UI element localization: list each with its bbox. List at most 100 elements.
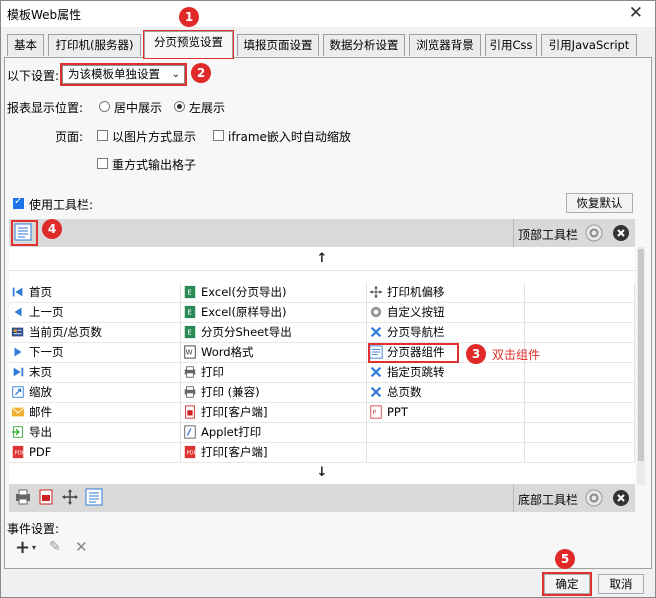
toolbar-item-label: 总页数 <box>387 385 422 399</box>
move-down-icon[interactable]: ↓ <box>9 463 635 483</box>
toolbar-item-label: 首页 <box>29 285 52 299</box>
toolbar-item-total-pages[interactable]: 总页数 <box>367 383 525 403</box>
toolbar-item-print-compatible[interactable]: 打印 (兼容) <box>181 383 367 403</box>
toolbar-item-ppt[interactable]: P PPT <box>367 403 525 423</box>
toolbar-item-first-page[interactable]: 首页 <box>9 283 181 303</box>
clear-icon[interactable] <box>612 489 630 507</box>
tab-pagination-preview[interactable]: 分页预览设置 <box>144 31 233 58</box>
toolbar-item-applet-print[interactable]: Applet打印 <box>181 423 367 443</box>
empty-cell <box>525 383 635 403</box>
iframe-zoom-checkbox[interactable] <box>213 130 224 141</box>
tab-basic[interactable]: 基本 <box>7 34 44 56</box>
toolbar-item-last-page[interactable]: 末页 <box>9 363 181 383</box>
toolbar-item-word-format[interactable]: W Word格式 <box>181 343 367 363</box>
svg-text:E: E <box>187 309 191 317</box>
cancel-button[interactable]: 取消 <box>598 574 644 594</box>
toolbar-item-page-navigation[interactable]: 分页导航栏 <box>367 323 525 343</box>
tab-browser-bg[interactable]: 浏览器背景 <box>409 34 481 56</box>
toolbar-item-jump-to-page[interactable]: 指定页跳转 <box>367 363 525 383</box>
toolbar-item-label: PDF <box>29 445 52 459</box>
divider <box>9 270 635 271</box>
use-toolbar-checkbox[interactable] <box>13 196 24 209</box>
printer-offset-icon[interactable] <box>60 487 80 507</box>
toolbar-item-label: 邮件 <box>29 405 52 419</box>
toolbar-item-email[interactable]: 邮件 <box>9 403 181 423</box>
jump-page-icon <box>370 366 382 378</box>
toolbar-item-label: 末页 <box>29 365 52 379</box>
pager-component-icon[interactable] <box>84 487 104 507</box>
divider <box>513 484 514 512</box>
radio-center-label: 居中展示 <box>114 101 163 115</box>
toolbar-item-zoom[interactable]: 缩放 <box>9 383 181 403</box>
edit-icon[interactable]: ✎ <box>49 539 61 555</box>
toolbar-item-print-client[interactable]: 打印[客户端] <box>181 403 367 423</box>
toolbar-item-label: 缩放 <box>29 385 52 399</box>
printer-icon[interactable] <box>13 487 33 507</box>
page-label: 页面: <box>55 130 84 144</box>
toolbar-item-label: Excel(分页导出) <box>201 285 287 299</box>
toolbar-item-current-total-page[interactable]: 当前页/总页数 <box>9 323 181 343</box>
toolbar-item-label: 当前页/总页数 <box>29 325 102 339</box>
toolbar-item-label: Excel(原样导出) <box>201 305 287 319</box>
svg-text:E: E <box>187 329 191 337</box>
tab-data-analysis[interactable]: 数据分析设置 <box>323 34 405 56</box>
radio-center[interactable] <box>99 101 110 112</box>
move-up-icon[interactable]: ↑ <box>9 249 635 269</box>
page-navigation-icon <box>370 326 382 338</box>
toolbar-item-label: 自定义按钮 <box>387 305 445 319</box>
empty-cell <box>525 323 635 343</box>
gear-icon[interactable] <box>585 489 603 507</box>
previous-page-icon <box>14 307 22 317</box>
repeat-output-checkbox[interactable] <box>97 158 108 169</box>
toolbar-item-label: 上一页 <box>29 305 64 319</box>
toolbar-item-print-client-2[interactable]: PDF 打印[客户端] <box>181 443 367 463</box>
tab-ref-css[interactable]: 引用Css <box>485 34 537 56</box>
empty-cell <box>525 443 635 463</box>
toolbar-item-label: 指定页跳转 <box>387 365 445 379</box>
chevron-down-icon[interactable]: ▾ <box>32 543 36 552</box>
highlight-box <box>11 220 38 246</box>
toolbar-item-pdf[interactable]: PDF PDF <box>9 443 181 463</box>
excel-icon: E <box>184 305 196 319</box>
gear-icon[interactable] <box>585 224 603 242</box>
tab-printer-server[interactable]: 打印机(服务器) <box>48 34 141 56</box>
toolbar-item-custom-button[interactable]: 自定义按钮 <box>367 303 525 323</box>
printer-icon <box>184 366 196 378</box>
image-mode-checkbox[interactable] <box>97 130 108 141</box>
tab-ref-javascript[interactable]: 引用JavaScript <box>541 34 637 56</box>
web-properties-dialog: 模板Web属性 ✕ 基本 打印机(服务器) 分页预览设置 填报页面设置 数据分析… <box>0 0 656 598</box>
top-toolbar-label: 顶部工具栏 <box>518 228 579 242</box>
clear-icon[interactable] <box>612 224 630 242</box>
toolbar-item-export[interactable]: 导出 <box>9 423 181 443</box>
scroll-thumb[interactable] <box>638 249 644 461</box>
word-icon: W <box>184 345 196 359</box>
add-event-icon[interactable]: + <box>15 537 30 558</box>
toolbar-item-next-page[interactable]: 下一页 <box>9 343 181 363</box>
toolbar-item-print[interactable]: 打印 <box>181 363 367 383</box>
empty-cell <box>525 343 635 363</box>
toolbar-item-prev-page[interactable]: 上一页 <box>9 303 181 323</box>
printer-icon <box>184 386 196 398</box>
toolbar-item-printer-offset[interactable]: 打印机偏移 <box>367 283 525 303</box>
toolbar-item-label: PPT <box>387 405 408 419</box>
empty-cell <box>525 403 635 423</box>
total-pages-icon <box>370 386 382 398</box>
vertical-scrollbar[interactable] <box>637 247 645 485</box>
toolbar-item-label: 打印 (兼容) <box>201 385 260 399</box>
empty-cell <box>525 283 635 303</box>
toolbar-item-excel-original-export[interactable]: E Excel(原样导出) <box>181 303 367 323</box>
divider <box>513 219 514 247</box>
print-client-icon[interactable] <box>36 487 56 507</box>
highlight-box <box>368 343 459 363</box>
svg-text:W: W <box>186 349 193 357</box>
toolbar-item-page-sheet-export[interactable]: E 分页分Sheet导出 <box>181 323 367 343</box>
close-icon[interactable]: ✕ <box>629 3 643 23</box>
delete-icon[interactable]: ✕ <box>75 538 88 556</box>
toolbar-item-excel-page-export[interactable]: E Excel(分页导出) <box>181 283 367 303</box>
print-client-icon <box>185 405 195 419</box>
empty-cell <box>367 443 525 463</box>
restore-default-button[interactable]: 恢复默认 <box>566 193 633 213</box>
tab-fill-page[interactable]: 填报页面设置 <box>237 34 319 56</box>
empty-cell <box>525 363 635 383</box>
radio-left[interactable] <box>174 101 185 112</box>
